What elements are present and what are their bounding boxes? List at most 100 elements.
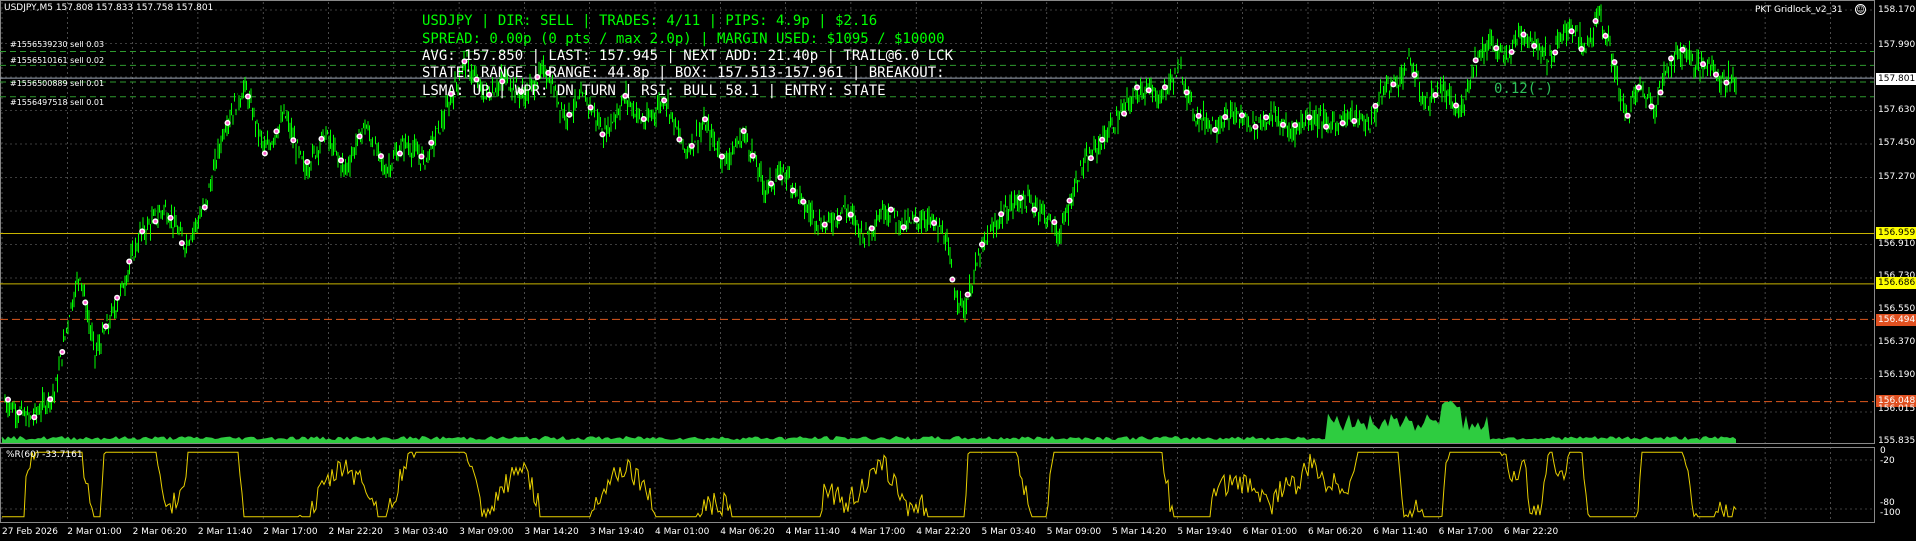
indicator-level: -20 <box>1880 456 1895 466</box>
trade-marker-dot <box>567 113 571 117</box>
trade-marker-dot <box>1649 105 1653 109</box>
time-tick: 2 Mar 22:20 <box>328 527 383 537</box>
trade-marker-dot <box>980 243 984 247</box>
trade-marker-dot <box>1637 85 1641 89</box>
trade-marker-dot <box>778 176 782 180</box>
trade-marker-dot <box>1100 138 1104 142</box>
trade-marker-dot <box>180 241 184 245</box>
trade-marker-dot <box>801 200 805 204</box>
trade-marker-dot <box>1494 46 1498 50</box>
trade-marker-dot <box>1052 220 1056 224</box>
time-tick: 6 Mar 17:00 <box>1438 527 1493 537</box>
time-tick: 6 Mar 11:40 <box>1373 527 1428 537</box>
trade-marker-dot <box>339 158 343 162</box>
indicator-title: %R(60) -33.7161 <box>6 450 83 460</box>
trade-marker-dot <box>1147 88 1151 92</box>
time-tick: 5 Mar 03:40 <box>981 527 1036 537</box>
trade-marker-dot <box>1352 119 1356 123</box>
trade-marker-dot <box>17 411 21 415</box>
price-tick: 157.630 <box>1878 105 1916 115</box>
order-label[interactable]: #1556500889 sell 0.01 <box>10 79 104 88</box>
trade-marker-dot <box>226 121 230 125</box>
trade-marker-dot <box>932 221 936 225</box>
trade-marker-dot <box>1510 50 1514 54</box>
trade-marker-dot <box>589 106 593 110</box>
trade-marker-dot <box>1264 115 1268 119</box>
level-tag-yellow: 156.686 <box>1876 277 1916 289</box>
trade-marker-dot <box>1701 62 1705 66</box>
time-tick: 6 Mar 22:20 <box>1503 527 1559 537</box>
trade-marker-dot <box>966 293 970 297</box>
time-tick: 3 Mar 14:20 <box>524 527 579 537</box>
time-tick: 4 Mar 11:40 <box>785 527 840 537</box>
price-chart[interactable] <box>0 0 1916 541</box>
trade-marker-dot <box>358 134 362 138</box>
symbol-info: USDJPY,M5 157.808 157.833 157.758 157.80… <box>4 3 214 13</box>
time-tick: 6 Mar 06:20 <box>1308 527 1363 537</box>
time-tick: 4 Mar 17:00 <box>850 527 906 537</box>
trade-marker-dot <box>305 160 309 164</box>
trade-marker-dot <box>999 212 1003 216</box>
time-tick: 4 Mar 06:20 <box>720 527 775 537</box>
hud-line-2: SPREAD: 0.00p (0 pts / max 2.0p) | MARGI… <box>422 31 945 47</box>
indicator-level: -100 <box>1880 508 1901 518</box>
ea-name: PKT Gridlock_v2_31 <box>1755 5 1843 15</box>
time-tick: 3 Mar 09:00 <box>459 527 514 537</box>
indicator-window-border <box>0 447 1875 523</box>
time-tick: 2 Mar 11:40 <box>197 527 253 537</box>
trade-marker-dot <box>398 151 402 155</box>
trade-marker-dot <box>1474 58 1478 62</box>
trade-marker-dot <box>153 219 157 223</box>
time-tick: 5 Mar 09:00 <box>1046 527 1102 537</box>
trade-marker-dot <box>914 218 918 222</box>
trade-marker-dot <box>1223 115 1227 119</box>
trade-marker-dot <box>246 94 250 98</box>
price-tick: 156.910 <box>1878 239 1916 249</box>
trade-marker-dot <box>274 129 278 133</box>
trade-marker-dot <box>48 397 52 401</box>
trade-marker-dot <box>1253 125 1257 129</box>
trade-marker-dot <box>870 226 874 230</box>
trade-marker-dot <box>1714 73 1718 77</box>
trade-marker-dot <box>1626 114 1630 118</box>
trade-marker-dot <box>1281 123 1285 127</box>
order-label[interactable]: #1556510161 sell 0.02 <box>10 56 104 65</box>
trade-marker-dot <box>1307 115 1311 119</box>
time-tick: 4 Mar 22:20 <box>916 527 971 537</box>
hud-line-4: STATE: RANGE | RANGE: 44.8p | BOX: 157.5… <box>422 65 945 81</box>
trade-marker-dot <box>379 154 383 158</box>
trade-marker-dot <box>1612 60 1616 64</box>
time-tick: 4 Mar 01:00 <box>655 527 710 537</box>
order-label[interactable]: #1556539230 sell 0.03 <box>10 40 104 49</box>
trade-marker-dot <box>1454 103 1458 107</box>
trade-marker-dot <box>1213 128 1217 132</box>
time-tick: 2 Mar 01:00 <box>67 527 122 537</box>
trade-marker-dot <box>1373 104 1377 108</box>
trade-marker-dot <box>1163 85 1167 89</box>
hud-line-3: AVG: 157.850 | LAST: 157.945 | NEXT ADD:… <box>422 48 954 64</box>
smiley-icon[interactable]: ☺ <box>1855 4 1866 15</box>
trade-marker-dot <box>742 129 746 133</box>
trade-marker-dot <box>1522 33 1526 37</box>
time-tick: 5 Mar 14:20 <box>1112 527 1167 537</box>
trade-marker-dot <box>1412 73 1416 77</box>
trade-marker-dot <box>950 278 954 282</box>
trade-marker-dot <box>319 137 323 141</box>
trade-marker-dot <box>1032 208 1036 212</box>
trade-marker-dot <box>600 132 604 136</box>
time-tick: 2 Mar 17:00 <box>263 527 318 537</box>
trade-marker-dot <box>419 155 423 159</box>
time-tick: 27 Feb 2026 <box>2 527 59 537</box>
trade-marker-dot <box>263 151 267 155</box>
trade-marker-dot <box>203 205 207 209</box>
trade-marker-dot <box>1185 90 1189 94</box>
trade-marker-dot <box>1197 114 1201 118</box>
order-label[interactable]: #1556497518 sell 0.01 <box>10 98 104 107</box>
trade-marker-dot <box>115 296 119 300</box>
trade-marker-dot <box>720 155 724 159</box>
trade-marker-dot <box>690 144 694 148</box>
time-tick: 3 Mar 03:40 <box>393 527 449 537</box>
trade-marker-dot <box>1135 85 1139 89</box>
trade-marker-dot <box>60 350 64 354</box>
trade-marker-dot <box>32 415 36 419</box>
